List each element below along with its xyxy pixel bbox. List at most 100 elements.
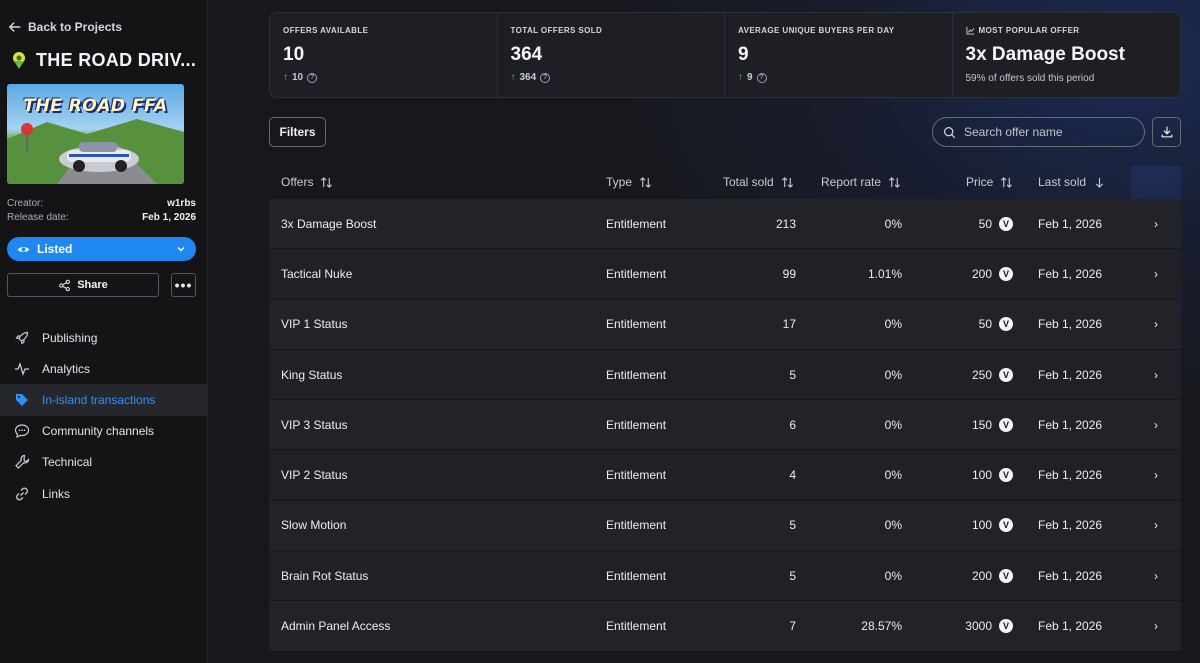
chevron-right-icon[interactable]: › [1131,249,1181,298]
share-button[interactable]: Share [7,273,159,297]
sidebar-item-technical[interactable]: Technical [0,447,208,478]
offer-last-sold: Feb 1, 2026 [1038,367,1103,382]
column-header-total-sold[interactable]: Total sold [723,166,794,198]
ellipsis-icon: ••• [174,277,193,293]
offer-name: Admin Panel Access [281,619,391,634]
table-row[interactable]: Brain Rot Status Entitlement 5 0% 200 V F… [269,551,1181,602]
download-button[interactable] [1152,117,1181,147]
project-thumbnail: THE ROAD FFA [7,84,184,184]
stat-most-popular-offer: MOST POPULAR OFFER 3x Damage Boost 59% o… [953,13,1181,97]
filters-button[interactable]: Filters [269,117,326,147]
chevron-right-icon[interactable]: › [1131,400,1181,449]
sort-icon [1001,176,1013,188]
chevron-right-icon[interactable]: › [1131,551,1181,600]
table-row[interactable]: 3x Damage Boost Entitlement 213 0% 50 V F… [269,199,1181,250]
price-value: 100 [971,518,992,533]
sidebar-item-label: Publishing [42,330,98,345]
more-options-button[interactable]: ••• [171,273,196,297]
column-label: Report rate [821,175,882,189]
offer-type: Entitlement [606,317,667,332]
table-row[interactable]: Admin Panel Access Entitlement 7 28.57% … [269,601,1181,652]
offer-total-sold: 7 [789,619,796,634]
table-row[interactable]: King Status Entitlement 5 0% 250 V Feb 1,… [269,349,1181,401]
column-header-last-sold[interactable]: Last sold [1038,166,1106,198]
offer-total-sold: 6 [789,417,796,432]
chevron-right-icon[interactable]: › [1131,350,1181,399]
offer-total-sold: 99 [782,266,796,281]
help-icon[interactable]: ? [540,72,551,83]
sidebar-item-in-island-transactions[interactable]: In-island transactions [0,384,208,416]
offer-price: 200 V [972,551,1013,600]
sidebar-item-label: Community channels [42,424,155,439]
wrench-icon [15,455,30,470]
vbucks-icon: V [999,367,1013,382]
offer-price: 200 V [972,249,1013,298]
offer-type: Entitlement [606,619,667,634]
table-row[interactable]: VIP 1 Status Entitlement 17 0% 50 V Feb 1… [269,299,1181,350]
chevron-right-icon[interactable]: › [1131,199,1181,248]
table-row[interactable]: Slow Motion Entitlement 5 0% 100 V Feb 1,… [269,500,1181,552]
price-value: 3000 [965,619,992,634]
offer-last-sold: Feb 1, 2026 [1038,468,1103,483]
help-icon[interactable]: ? [756,72,767,83]
column-header-type[interactable]: Type [606,166,652,198]
sidebar-item-analytics[interactable]: Analytics [0,353,208,384]
offer-report-rate: 0% [884,216,902,231]
offers-table-body: 3x Damage Boost Entitlement 213 0% 50 V F… [269,199,1181,652]
chevron-right-icon[interactable]: › [1131,501,1181,550]
chevron-right-icon[interactable]: › [1131,300,1181,349]
offer-total-sold: 213 [775,216,796,231]
table-row[interactable]: VIP 2 Status Entitlement 4 0% 100 V Feb 1… [269,450,1181,501]
offer-report-rate: 0% [884,317,902,332]
arrow-left-icon [8,22,21,32]
column-label: Price [966,175,994,189]
offer-last-sold: Feb 1, 2026 [1038,266,1103,281]
stat-average-unique-buyers: AVERAGE UNIQUE BUYERS PER DAY 9 ↑ 9 ? [725,13,953,97]
offer-name: VIP 2 Status [281,468,348,483]
sidebar-item-publishing[interactable]: Publishing [0,322,208,353]
search-box [932,117,1145,147]
vbucks-icon: V [999,317,1013,332]
search-input[interactable] [964,125,1124,139]
offer-price: 50 V [979,300,1013,349]
stat-label: MOST POPULAR OFFER [978,26,1080,35]
column-header-offers[interactable]: Offers [281,166,333,198]
chevron-right-icon[interactable]: › [1131,450,1181,499]
offer-name: VIP 1 Status [281,317,348,332]
link-icon [16,487,28,500]
offer-last-sold: Feb 1, 2026 [1038,216,1103,231]
sidebar-item-label: In-island transactions [42,392,156,407]
chevron-right-icon[interactable]: › [1131,601,1181,650]
table-row[interactable]: VIP 3 Status Entitlement 6 0% 150 V Feb 1… [269,400,1181,451]
offer-name: Tactical Nuke [281,266,353,281]
listing-status-label: Listed [37,242,73,256]
offer-total-sold: 17 [782,317,796,332]
sort-icon [889,176,901,188]
price-value: 100 [971,468,992,483]
eye-icon [17,246,30,252]
offer-price: 100 V [972,450,1013,499]
price-value: 200 [971,568,992,583]
thumbnail-title: THE ROAD FFA [23,96,168,116]
sidebar-item-links[interactable]: Links [0,478,208,509]
back-to-projects-link[interactable]: Back to Projects [8,20,122,34]
island-pin-icon [13,51,25,69]
help-icon[interactable]: ? [307,72,318,83]
offer-price: 150 V [972,400,1013,449]
listing-status-dropdown[interactable]: Listed [7,237,196,261]
table-row[interactable]: Tactical Nuke Entitlement 99 1.01% 200 V … [269,249,1181,300]
rocket-icon [15,331,29,345]
sidebar-item-label: Technical [42,455,93,470]
column-label: Total sold [723,175,774,189]
sidebar-item-community-channels[interactable]: Community channels [0,416,208,447]
stat-total-offers-sold: TOTAL OFFERS SOLD 364 ↑ 364 ? [498,13,725,97]
chat-icon [14,424,30,439]
stat-value: 9 [738,44,749,65]
stat-value: 3x Damage Boost [965,44,1125,65]
download-icon [1161,126,1172,138]
column-header-report-rate[interactable]: Report rate [821,166,901,198]
vbucks-icon: V [999,568,1013,583]
column-header-price[interactable]: Price [966,166,1013,198]
price-value: 250 [971,367,992,382]
stat-value: 10 [283,44,305,65]
